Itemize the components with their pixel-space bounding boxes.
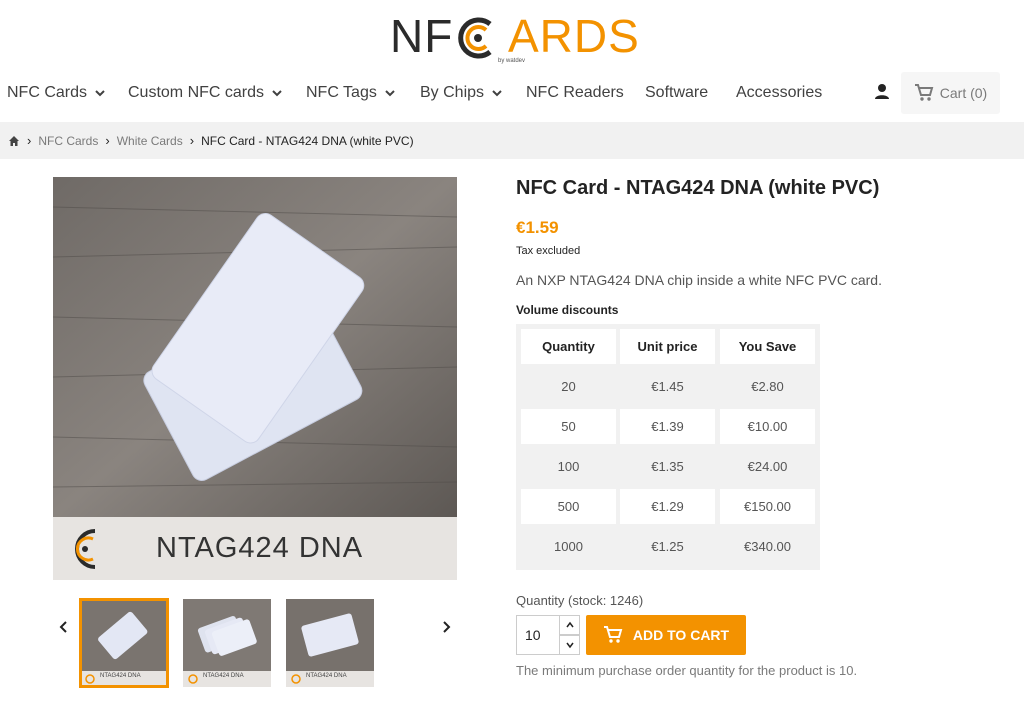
home-icon[interactable] <box>8 135 20 147</box>
nav-item-custom-nfc-cards[interactable]: Custom NFC cards <box>128 84 284 102</box>
product-title: NFC Card - NTAG424 DNA (white PVC) <box>516 177 880 199</box>
chevron-down-icon <box>95 90 105 97</box>
table-cell-quantity: 500 <box>521 489 616 524</box>
breadcrumb-current: NFC Card - NTAG424 DNA (white PVC) <box>201 133 414 148</box>
volume-discounts-title: Volume discounts <box>516 303 619 317</box>
chevron-down-icon <box>565 642 574 649</box>
table-cell-you-save: €2.80 <box>720 369 815 404</box>
table-header-unit-price: Unit price <box>620 329 715 364</box>
thumbnail-caption: NTAG424 DNA <box>203 673 244 679</box>
chevron-down-icon <box>385 90 395 97</box>
cart-button[interactable]: Cart (0) <box>901 72 1000 114</box>
table-cell-you-save: €340.00 <box>720 529 815 564</box>
tax-note: Tax excluded <box>516 245 581 257</box>
nav-item-accessories[interactable]: Accessories <box>736 84 822 102</box>
breadcrumb-item-white-cards[interactable]: White Cards <box>117 134 183 148</box>
logo-text-right: ARDS <box>508 10 640 62</box>
product-price: €1.59 <box>516 218 559 237</box>
product-main-image[interactable]: NTAG424 DNA <box>53 177 457 580</box>
thumbnail-caption: NTAG424 DNA <box>100 673 141 679</box>
add-to-cart-button[interactable]: ADD TO CART <box>586 615 746 655</box>
thumbnail-1[interactable]: NTAG424 DNA <box>79 598 169 688</box>
user-icon[interactable] <box>872 82 892 102</box>
product-description: An NXP NTAG424 DNA chip inside a white N… <box>516 272 882 288</box>
quantity-label: Quantity (stock: 1246) <box>516 593 644 608</box>
chevron-right-icon[interactable] <box>436 617 456 637</box>
logo-text-left: NF <box>390 10 454 62</box>
breadcrumb-separator: › <box>189 133 195 148</box>
add-to-cart-label: ADD TO CART <box>632 627 730 643</box>
table-cell-unit-price: €1.35 <box>620 449 715 484</box>
breadcrumb: › NFC Cards › White Cards › NFC Card - N… <box>0 122 1024 159</box>
nav-item-label: By Chips <box>420 84 485 101</box>
table-cell-unit-price: €1.29 <box>620 489 715 524</box>
table-cell-quantity: 100 <box>521 449 616 484</box>
quantity-input[interactable] <box>516 615 560 655</box>
chevron-down-icon <box>272 90 282 97</box>
table-cell-you-save: €10.00 <box>720 409 815 444</box>
table-cell-unit-price: €1.39 <box>620 409 715 444</box>
quantity-decrement-button[interactable] <box>559 635 580 655</box>
chevron-up-icon <box>565 621 574 628</box>
logo-byline: by watdev <box>498 58 526 64</box>
table-cell-you-save: €150.00 <box>720 489 815 524</box>
table-cell-unit-price: €1.25 <box>620 529 715 564</box>
nav-item-label: NFC Cards <box>7 84 88 101</box>
cart-label: Cart (0) <box>939 85 988 101</box>
cart-icon <box>914 84 934 101</box>
nav-item-nfc-tags[interactable]: NFC Tags <box>306 84 397 102</box>
chevron-down-icon <box>492 90 502 97</box>
chevron-left-icon[interactable] <box>54 617 74 637</box>
nav-item-by-chips[interactable]: By Chips <box>420 84 504 102</box>
nav-item-label: Accessories <box>736 84 823 101</box>
minimum-quantity-note: The minimum purchase order quantity for … <box>516 663 858 678</box>
nav-item-label: Software <box>645 84 709 101</box>
site-logo[interactable]: NF ARDS by watdev <box>390 10 639 65</box>
nav-item-label: NFC Tags <box>306 84 377 101</box>
table-cell-quantity: 1000 <box>521 529 616 564</box>
nav-item-label: NFC Readers <box>526 84 624 101</box>
breadcrumb-separator: › <box>105 133 110 148</box>
table-cell-you-save: €24.00 <box>720 449 815 484</box>
table-cell-unit-price: €1.45 <box>620 369 715 404</box>
cart-icon <box>603 626 623 643</box>
thumbnail-caption: NTAG424 DNA <box>306 673 347 679</box>
main-nav: NFC Cards Custom NFC cards NFC Tags By C… <box>0 72 1024 116</box>
nav-item-label: Custom NFC cards <box>128 84 265 101</box>
nav-item-software[interactable]: Software <box>645 84 708 102</box>
image-caption: NTAG424 DNA <box>156 532 364 564</box>
thumbnail-2[interactable]: NTAG424 DNA <box>183 599 271 687</box>
breadcrumb-item-nfc-cards[interactable]: NFC Cards <box>38 134 98 148</box>
nav-item-nfc-cards[interactable]: NFC Cards <box>7 84 107 102</box>
table-header-quantity: Quantity <box>521 329 616 364</box>
breadcrumb-separator: › <box>27 133 32 148</box>
table-header-you-save: You Save <box>720 329 815 364</box>
volume-discounts-table: Quantity Unit price You Save 20 €1.45 €2… <box>516 324 820 570</box>
thumbnail-3[interactable]: NTAG424 DNA <box>286 599 374 687</box>
quantity-increment-button[interactable] <box>559 615 580 635</box>
logo-c-icon <box>458 17 492 59</box>
nav-item-nfc-readers[interactable]: NFC Readers <box>526 84 624 102</box>
table-cell-quantity: 20 <box>521 369 616 404</box>
table-cell-quantity: 50 <box>521 409 616 444</box>
